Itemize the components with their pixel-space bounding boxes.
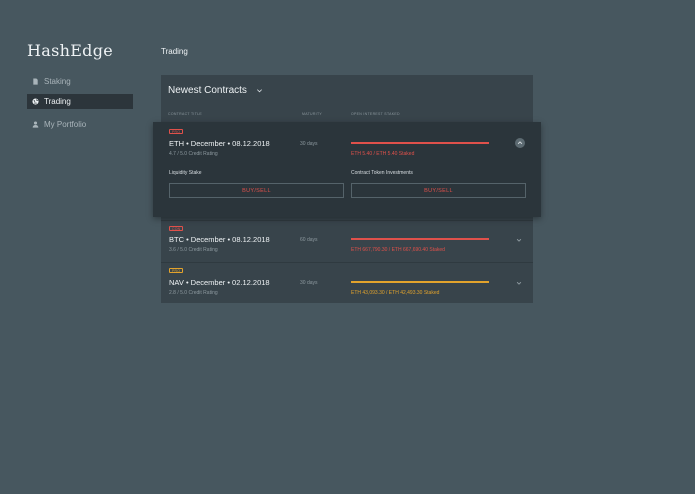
collapse-button[interactable] — [515, 138, 525, 148]
stake-progress-bar — [351, 142, 489, 144]
maturity-value: 60 days — [300, 237, 318, 243]
column-header-staked: OPEN INTEREST STAKED — [351, 112, 400, 116]
credit-rating: 4.7 / 5.0 Credit Rating — [169, 151, 218, 157]
chevron-up-icon — [517, 141, 523, 145]
stake-progress-bar — [351, 238, 489, 240]
sidebar-item-label: Trading — [44, 97, 71, 106]
table-row[interactable]: CON BTC • December • 08.12.2018 3.6 / 5.… — [161, 220, 533, 261]
stake-progress-bar — [351, 281, 489, 283]
contracts-dropdown[interactable]: Newest Contracts — [168, 85, 263, 96]
contracts-heading: Newest Contracts — [168, 85, 247, 96]
sidebar-item-my-portfolio[interactable]: My Portfolio — [27, 117, 133, 132]
column-header-maturity: MATURITY — [302, 112, 323, 116]
contract-title: ETH • December • 08.12.2018 — [169, 139, 270, 148]
credit-rating: 3.6 / 5.0 Credit Rating — [169, 247, 218, 253]
contract-badge: CON — [169, 226, 184, 231]
maturity-value: 30 days — [300, 280, 318, 286]
sidebar-item-label: My Portfolio — [44, 120, 87, 129]
sidebar-item-staking[interactable]: Staking — [27, 74, 133, 89]
contract-badge: PRO — [169, 268, 184, 273]
contract-badge: PRO — [169, 129, 184, 134]
maturity-value: 30 days — [300, 141, 318, 147]
staked-amount: ETH 667,790.30 / ETH 667,690.40 Staked — [351, 247, 445, 253]
contract-title: NAV • December • 02.12.2018 — [169, 278, 270, 287]
chevron-down-icon[interactable] — [515, 236, 523, 244]
sidebar-item-trading[interactable]: Trading — [27, 94, 133, 109]
page-title: Trading — [161, 47, 188, 56]
table-row-expanded[interactable]: PRO ETH • December • 08.12.2018 4.7 / 5.… — [153, 122, 541, 217]
column-header-title: CONTRACT TITLE — [168, 112, 203, 116]
sidebar-item-label: Staking — [44, 77, 71, 86]
app-logo: HashEdge — [27, 41, 114, 60]
credit-rating: 2.8 / 5.0 Credit Rating — [169, 290, 218, 296]
globe-icon — [32, 98, 39, 105]
liquidity-stake-label: Liquidity Stake — [169, 170, 202, 176]
token-buy-sell-button[interactable]: BUY/SELL — [351, 183, 526, 198]
table-row[interactable]: PRO NAV • December • 02.12.2018 2.8 / 5.… — [161, 262, 533, 303]
staked-amount: ETH 43,093.30 / ETH 42,493.30 Staked — [351, 290, 440, 296]
file-icon — [32, 78, 39, 85]
contract-title: BTC • December • 08.12.2018 — [169, 235, 270, 244]
sidebar-nav: Staking Trading My Portfolio — [27, 74, 133, 137]
person-icon — [32, 121, 39, 128]
staked-amount: ETH 5.40 / ETH 5.40 Staked — [351, 151, 415, 157]
token-investments-label: Contract Token Investments — [351, 170, 413, 176]
chevron-down-icon[interactable] — [515, 279, 523, 287]
chevron-down-icon — [256, 87, 263, 94]
liquidity-buy-sell-button[interactable]: BUY/SELL — [169, 183, 344, 198]
